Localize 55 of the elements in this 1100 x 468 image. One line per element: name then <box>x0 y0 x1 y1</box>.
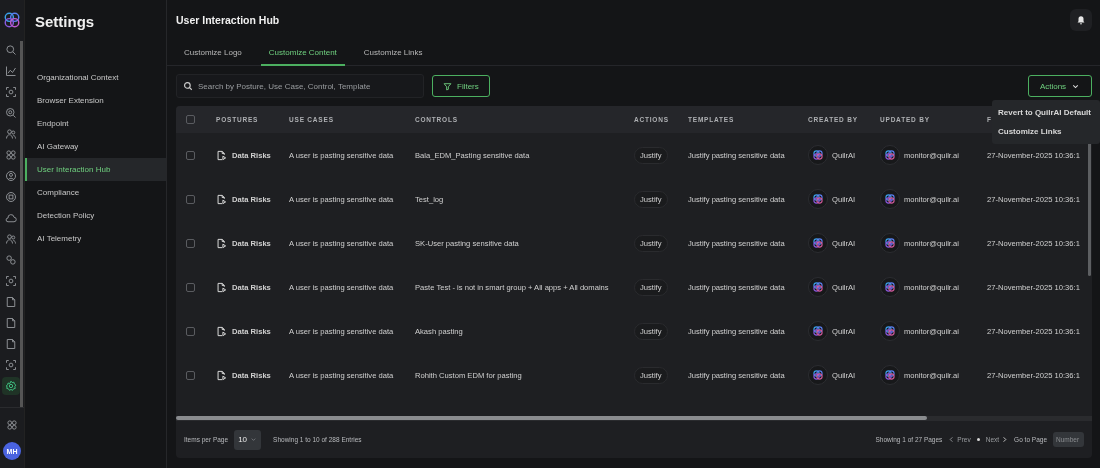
page-dot <box>976 438 980 441</box>
sidebar-item[interactable]: Detection Policy <box>25 204 166 227</box>
search-field[interactable]: Search by Posture, Use Case, Control, Template <box>176 74 424 98</box>
document-arrow-icon <box>216 281 227 293</box>
logo-avatar <box>880 189 900 209</box>
logo-avatar <box>808 321 828 341</box>
document-arrow-icon <box>216 325 227 337</box>
filters-button[interactable]: Filters <box>432 75 490 97</box>
tab[interactable]: Customize Logo <box>176 40 250 66</box>
row-checkbox[interactable] <box>186 150 195 160</box>
logo-avatar <box>880 145 900 165</box>
document-arrow-icon <box>216 193 227 205</box>
logo-avatar <box>880 277 900 297</box>
sidebar-item[interactable]: User Interaction Hub <box>25 158 166 181</box>
sidebar-item[interactable]: Compliance <box>25 181 166 204</box>
row-checkbox[interactable] <box>186 238 195 248</box>
logo-icon <box>3 11 21 29</box>
sidebar-title: Settings <box>34 12 96 32</box>
sidebar-item[interactable]: Endpoint <box>25 112 166 135</box>
menu-item[interactable]: Revert to QuilrAI Default <box>992 103 1100 122</box>
tab[interactable]: Customize Links <box>355 40 431 66</box>
select-all-checkbox[interactable] <box>186 115 195 124</box>
horizontal-scrollbar[interactable] <box>176 416 928 420</box>
row-checkbox[interactable] <box>186 282 195 292</box>
page-size-select[interactable]: 10 <box>234 429 262 450</box>
settings-icon[interactable] <box>1 377 20 395</box>
logo-avatar <box>808 277 828 297</box>
row-checkbox[interactable] <box>186 370 195 380</box>
logo-avatar <box>880 365 900 385</box>
sidebar-item[interactable]: Organizational Context <box>25 66 166 89</box>
tab[interactable]: Customize Content <box>260 40 345 66</box>
notification-button[interactable] <box>1070 9 1092 31</box>
sidebar-item[interactable]: AI Telemetry <box>25 227 166 250</box>
chevron-left-icon <box>948 436 956 443</box>
row-checkbox[interactable] <box>186 326 195 336</box>
page-title: User Interaction Hub <box>176 14 280 26</box>
document-arrow-icon <box>216 149 227 161</box>
logo-avatar <box>808 145 828 165</box>
logo-avatar <box>808 233 828 253</box>
actions-button[interactable]: Actions <box>1028 75 1092 97</box>
bell-icon <box>1076 15 1086 25</box>
sidebar-item[interactable]: Browser Extension <box>25 89 166 112</box>
logo-avatar <box>808 189 828 209</box>
filter-icon <box>443 81 452 91</box>
logo-avatar <box>880 321 900 341</box>
chevron-right-icon <box>1001 436 1009 443</box>
caret-icon <box>250 436 258 443</box>
sidebar-item[interactable]: AI Gateway <box>25 135 166 158</box>
document-arrow-icon <box>216 237 227 249</box>
row-checkbox[interactable] <box>186 194 195 204</box>
logo-avatar <box>808 365 828 385</box>
logo-avatar <box>880 233 900 253</box>
document-arrow-icon <box>216 369 227 381</box>
menu-item[interactable]: Customize Links <box>992 122 1100 141</box>
search-icon <box>183 81 193 91</box>
